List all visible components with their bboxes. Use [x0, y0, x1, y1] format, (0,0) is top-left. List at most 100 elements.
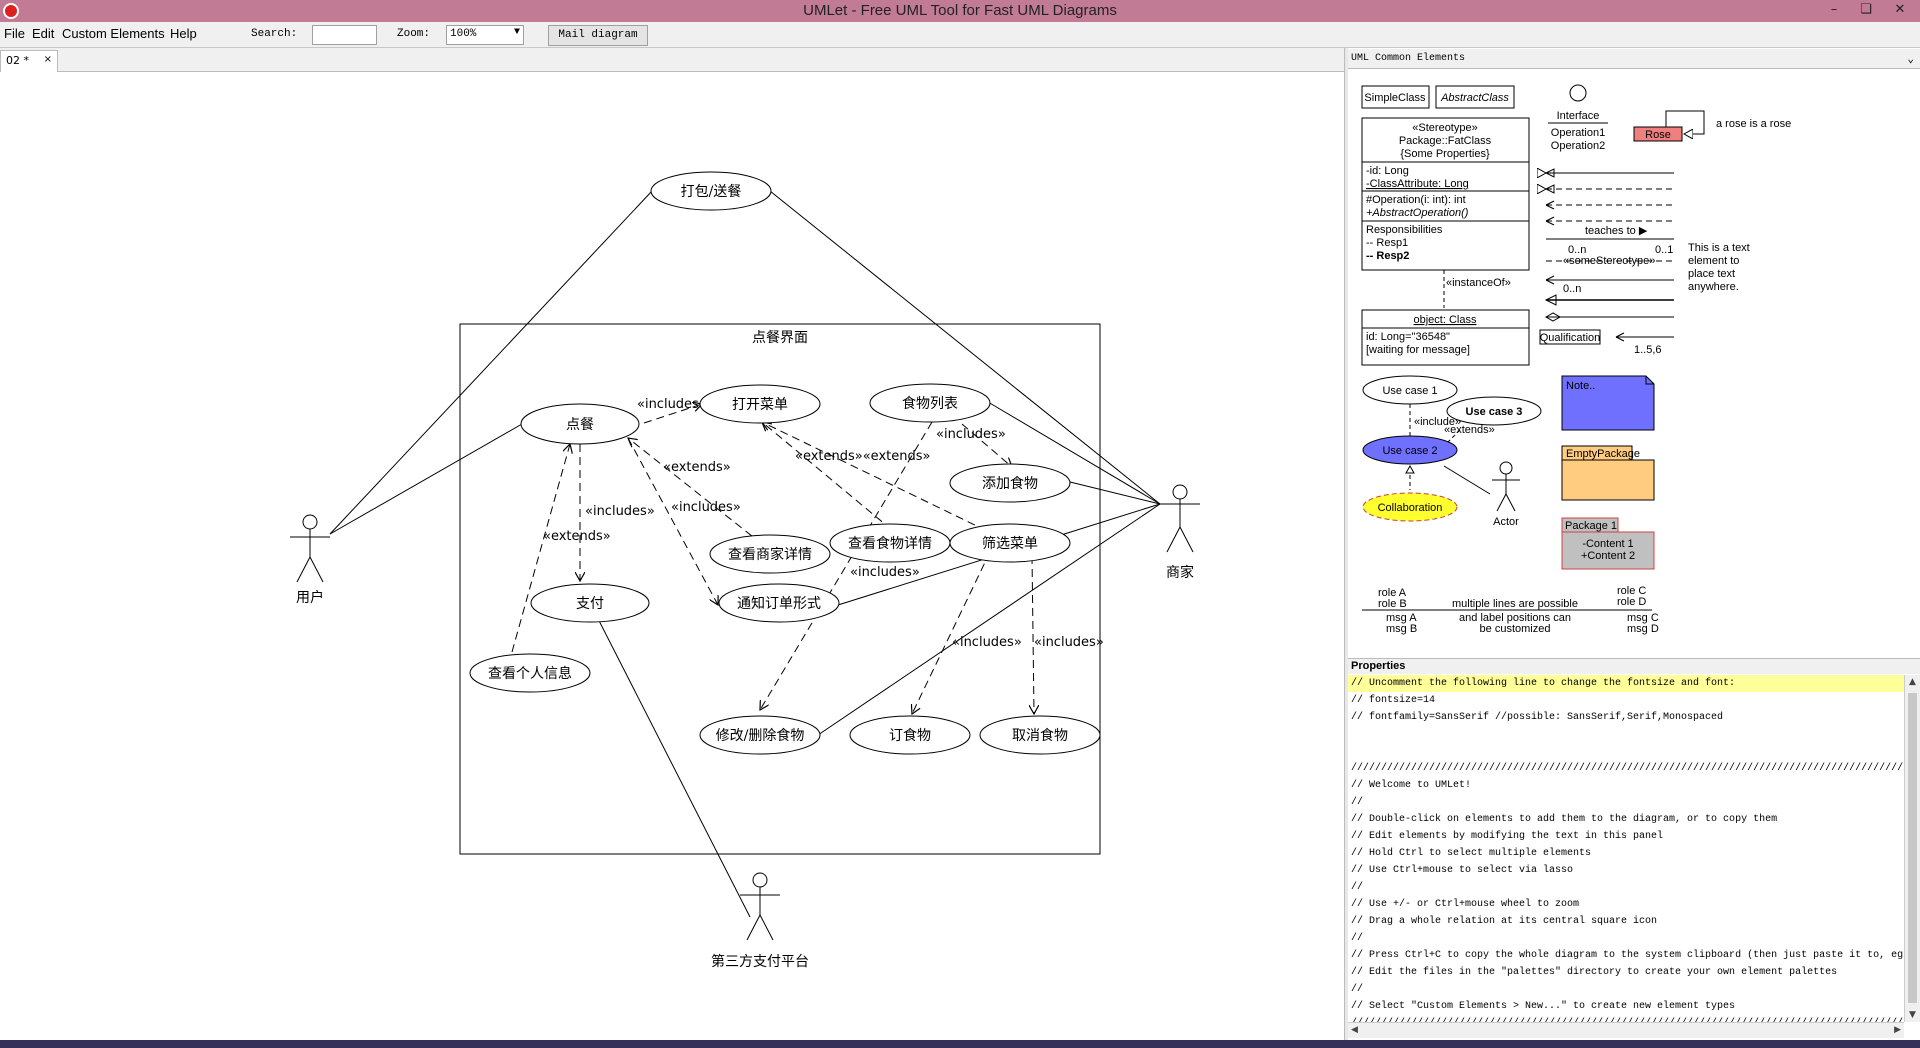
menu-edit[interactable]: Edit	[32, 26, 54, 41]
use-case-2-label: Use case 2	[1382, 445, 1437, 457]
actor-user[interactable]	[290, 514, 330, 583]
maximize-button[interactable]: ❏	[1852, 0, 1880, 20]
properties-line[interactable]: // Hold Ctrl to select multiple elements	[1348, 845, 1904, 862]
rose-note: a rose is a rose	[1716, 118, 1791, 130]
tab-diagram-02[interactable]: 02 * ×	[0, 50, 58, 72]
use-case-label: 取消食物	[1012, 727, 1068, 744]
text-element-line[interactable]: This is a text	[1688, 242, 1750, 254]
scroll-down-icon[interactable]: ▼	[1909, 1010, 1916, 1020]
properties-line[interactable]: //	[1348, 981, 1904, 998]
actor-merchant-label: 商家	[1166, 564, 1194, 581]
search-input[interactable]	[312, 25, 377, 45]
close-window-button[interactable]: ✕	[1886, 0, 1914, 20]
properties-line[interactable]	[1348, 726, 1904, 743]
properties-line[interactable]: ////////////////////////////////////////…	[1348, 760, 1904, 777]
rose-element[interactable]: Rose a rose is a rose	[1633, 110, 1791, 142]
multi-line-relation-element[interactable]: role A role B role C role D multiple lin…	[1362, 585, 1659, 635]
use-case-view-food[interactable]: 查看食物详情	[829, 523, 951, 563]
properties-line[interactable]	[1348, 743, 1904, 760]
actor-merchant[interactable]	[1160, 484, 1200, 553]
use-case-order[interactable]: 点餐	[520, 403, 640, 445]
role-label: role D	[1617, 596, 1646, 608]
properties-line[interactable]: // Welcome to UMLet!	[1348, 777, 1904, 794]
fat-class-responsibilities: Responsibilities	[1366, 224, 1443, 236]
message-label: msg D	[1627, 623, 1659, 635]
zoom-select[interactable]: 100% ▼	[446, 25, 524, 45]
properties-vertical-scrollbar[interactable]: ▲ ▼	[1904, 675, 1920, 1022]
properties-line[interactable]: // Edit elements by modifying the text i…	[1348, 828, 1904, 845]
simple-class-element[interactable]: SimpleClass	[1361, 85, 1430, 109]
properties-line[interactable]: // Select "Custom Elements > New..." to …	[1348, 998, 1904, 1015]
use-case-1-element[interactable]: Use case 1	[1362, 375, 1458, 405]
actor-payment-platform[interactable]	[740, 872, 780, 941]
object-element[interactable]: object: Class id: Long="36548" [waiting …	[1361, 309, 1530, 366]
use-case-diagram[interactable]: 点餐界面 «includes» «extends» «includes» «ex…	[0, 72, 1344, 1040]
properties-line[interactable]: //	[1348, 879, 1904, 896]
minimize-button[interactable]: –	[1820, 0, 1848, 20]
scroll-up-icon[interactable]: ▲	[1909, 677, 1916, 687]
use-case-edit-food[interactable]: 修改/删除食物	[699, 715, 821, 755]
collaboration-element[interactable]: Collaboration	[1362, 492, 1458, 522]
use-case-label: 食物列表	[902, 395, 958, 412]
close-icon[interactable]: ×	[44, 54, 52, 65]
palette-elements[interactable]: SimpleClass AbstractClass Interface Oper…	[1348, 70, 1920, 658]
use-case-food-list[interactable]: 食物列表	[869, 383, 991, 423]
properties-line[interactable]: //	[1348, 794, 1904, 811]
abstract-class-element[interactable]: AbstractClass	[1435, 85, 1515, 109]
os-taskbar	[0, 1040, 1920, 1048]
text-element-line[interactable]: anywhere.	[1688, 281, 1739, 293]
simple-class-label: SimpleClass	[1364, 92, 1426, 104]
mail-diagram-button[interactable]: Mail diagram	[548, 25, 648, 46]
palette-selector[interactable]: UML Common Elements ⌄	[1348, 49, 1920, 69]
properties-line[interactable]: // Use Ctrl+mouse to select via lasso	[1348, 862, 1904, 879]
object-name: object: Class	[1414, 314, 1477, 326]
properties-horizontal-scrollbar[interactable]: ◀ ▶	[1348, 1022, 1904, 1038]
use-case-pack-delivery[interactable]: 打包/送餐	[650, 171, 772, 211]
collaboration-label: Collaboration	[1378, 502, 1443, 514]
properties-line[interactable]: // Use +/- or Ctrl+mouse wheel to zoom	[1348, 896, 1904, 913]
relation-multiplicity: 0..1	[1655, 244, 1673, 256]
properties-line[interactable]: // Edit the files in the "palettes" dire…	[1348, 964, 1904, 981]
properties-line[interactable]: // Double-click on elements to add them …	[1348, 811, 1904, 828]
note-element[interactable]: Note..	[1561, 375, 1655, 431]
scroll-left-icon[interactable]: ◀	[1351, 1025, 1358, 1035]
properties-line[interactable]: ////////////////////////////////////////…	[1348, 1015, 1904, 1022]
use-case-2-element[interactable]: Use case 2	[1362, 435, 1458, 465]
menu-custom-elements[interactable]: Custom Elements	[62, 26, 165, 41]
diagram-canvas[interactable]: 点餐界面 «includes» «extends» «includes» «ex…	[0, 72, 1344, 1040]
properties-line[interactable]: // Press Ctrl+C to copy the whole diagra…	[1348, 947, 1904, 964]
properties-editor[interactable]: // Uncomment the following line to chang…	[1348, 675, 1904, 1022]
menu-file[interactable]: File	[4, 26, 25, 41]
menu-help[interactable]: Help	[170, 26, 197, 41]
properties-line[interactable]: // Uncomment the following line to chang…	[1348, 675, 1904, 692]
qualification-element[interactable]: Qualification 1..5,6	[1539, 329, 1662, 356]
scroll-right-icon[interactable]: ▶	[1894, 1025, 1901, 1035]
use-case-add-food[interactable]: 添加食物	[949, 463, 1071, 503]
use-case-notify-form[interactable]: 通知订单形式	[718, 583, 840, 623]
empty-package-element[interactable]: EmptyPackage	[1561, 445, 1655, 501]
fat-class-element[interactable]: «Stereotype» Package::FatClass {Some Pro…	[1361, 117, 1530, 271]
use-case-order-food[interactable]: 订食物	[849, 715, 971, 755]
text-element-line[interactable]: place text	[1688, 268, 1735, 280]
element-palette[interactable]: SimpleClass AbstractClass Interface Oper…	[1348, 70, 1920, 658]
use-case-cancel-food[interactable]: 取消食物	[979, 715, 1101, 755]
fat-class-name: Package::FatClass	[1399, 135, 1492, 147]
use-case-filter-menu[interactable]: 筛选菜单	[949, 523, 1071, 563]
text-element-line[interactable]: element to	[1688, 255, 1739, 267]
palette-title: UML Common Elements	[1351, 53, 1466, 64]
interface-element[interactable]: Interface Operation1 Operation2	[1548, 84, 1608, 152]
scrollbar-thumb[interactable]	[1908, 693, 1917, 1003]
multi-line-text: be customized	[1480, 623, 1551, 635]
use-case-open-menu[interactable]: 打开菜单	[699, 384, 821, 424]
use-case-view-personal[interactable]: 查看个人信息	[469, 653, 591, 693]
properties-line[interactable]: // Drag a whole relation at its central …	[1348, 913, 1904, 930]
use-case-3-element[interactable]: Use case 3	[1446, 396, 1542, 426]
package-1-element[interactable]: Package 1 -Content 1 +Content 2	[1561, 517, 1655, 570]
properties-line[interactable]: // fontfamily=SansSerif //possible: Sans…	[1348, 709, 1904, 726]
use-case-pay[interactable]: 支付	[530, 583, 650, 623]
properties-line[interactable]: //	[1348, 930, 1904, 947]
actor-element[interactable]	[1492, 461, 1520, 512]
relation-teaches-label: teaches to ▶	[1585, 225, 1648, 237]
properties-line[interactable]: // fontsize=14	[1348, 692, 1904, 709]
use-case-view-merchant[interactable]: 查看商家详情	[709, 534, 831, 574]
